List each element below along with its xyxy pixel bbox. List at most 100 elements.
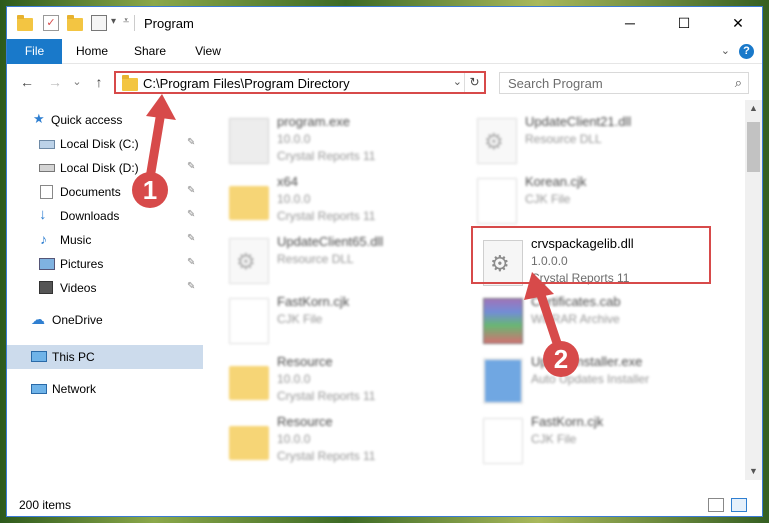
videos-icon xyxy=(39,281,53,294)
document-icon xyxy=(483,418,523,464)
file-type: Auto Updates Installer xyxy=(531,372,650,386)
search-placeholder: Search Program xyxy=(508,76,603,91)
file-item[interactable]: UpdateInstaller.exe Auto Updates Install… xyxy=(483,352,723,412)
ribbon: File Home Share View ⌄ ? xyxy=(7,39,762,64)
installer-icon xyxy=(483,358,523,404)
sidebar-item-local-disk-c[interactable]: Local Disk (C:) ✎ xyxy=(7,132,203,156)
minimize-button[interactable]: ─ xyxy=(607,7,653,39)
address-path: C:\Program Files\Program Directory xyxy=(143,76,350,91)
file-item[interactable]: program.exe 10.0.0 Crystal Reports 11 xyxy=(229,112,469,172)
file-item[interactable]: UpdateClient65.dll Resource DLL xyxy=(229,232,469,292)
pin-icon[interactable]: ✎ xyxy=(187,209,195,220)
file-name: Resource xyxy=(277,414,333,429)
sidebar-item-downloads[interactable]: ↓ Downloads ✎ xyxy=(7,204,203,228)
file-item[interactable]: Certificates.cab WinRAR Archive xyxy=(483,292,723,352)
sidebar-item-this-pc[interactable]: This PC xyxy=(7,345,203,369)
sidebar-item-documents[interactable]: Documents ✎ xyxy=(7,180,203,204)
pin-icon[interactable]: ✎ xyxy=(187,257,195,268)
close-button[interactable]: ✕ xyxy=(715,7,761,39)
file-type: CJK File xyxy=(525,192,571,206)
file-version: 10.0.0 xyxy=(277,132,311,146)
downloads-icon: ↓ xyxy=(39,206,47,223)
up-button[interactable]: ↑ xyxy=(89,72,109,92)
sidebar-item-videos[interactable]: Videos ✎ xyxy=(7,276,203,300)
file-item[interactable]: Resource 10.0.0 Crystal Reports 11 xyxy=(229,412,469,472)
folder-icon[interactable] xyxy=(17,15,33,31)
help-icon[interactable]: ? xyxy=(739,44,754,59)
navigation-bar: ← → ⌄ ↑ C:\Program Files\Program Directo… xyxy=(7,64,762,100)
recent-locations-button[interactable]: ⌄ xyxy=(67,72,87,92)
sidebar-item-label: Pictures xyxy=(60,257,104,271)
folder-icon xyxy=(229,186,269,220)
vertical-scrollbar[interactable]: ▲ ▼ xyxy=(745,100,762,480)
pc-icon xyxy=(31,351,47,362)
file-type: Crystal Reports 11 xyxy=(277,389,376,403)
folder-icon xyxy=(229,366,269,400)
file-item[interactable]: x64 10.0.0 Crystal Reports 11 xyxy=(229,172,469,232)
sidebar-item-local-disk-d[interactable]: Local Disk (D:) ✎ xyxy=(7,156,203,180)
music-icon: ♪ xyxy=(40,231,47,247)
chevron-down-icon[interactable]: ▾ xyxy=(111,16,116,27)
pin-icon[interactable]: ✎ xyxy=(187,137,195,148)
large-icons-view-icon[interactable] xyxy=(731,498,747,512)
document-icon xyxy=(477,178,517,224)
network-icon xyxy=(31,384,47,394)
scroll-up-icon[interactable]: ▲ xyxy=(745,100,762,117)
documents-icon xyxy=(40,185,53,199)
maximize-button[interactable]: ☐ xyxy=(661,7,707,39)
pin-icon[interactable]: ✎ xyxy=(187,281,195,292)
refresh-button[interactable]: ↻ xyxy=(464,73,484,92)
sidebar-item-quick-access[interactable]: ★ Quick access xyxy=(7,108,203,132)
expand-ribbon-icon[interactable]: ⌄ xyxy=(721,44,730,57)
title-separator xyxy=(134,15,135,31)
tab-home[interactable]: Home xyxy=(67,39,117,64)
file-name: x64 xyxy=(277,174,298,189)
file-item[interactable]: Korean.cjk CJK File xyxy=(477,172,717,232)
view-menu-icon[interactable] xyxy=(91,15,107,31)
scroll-down-icon[interactable]: ▼ xyxy=(745,463,762,480)
forward-button[interactable]: → xyxy=(45,72,65,92)
document-icon xyxy=(229,298,269,344)
sidebar-item-label: Documents xyxy=(60,185,121,199)
customize-toolbar-icon[interactable]: ⩡ xyxy=(123,15,129,28)
file-type: Resource DLL xyxy=(525,132,602,146)
file-item[interactable]: UpdateClient21.dll Resource DLL xyxy=(477,112,717,172)
file-item[interactable]: Resource 10.0.0 Crystal Reports 11 xyxy=(229,352,469,412)
details-view-icon[interactable] xyxy=(708,498,724,512)
drive-icon xyxy=(39,164,55,172)
file-type: CJK File xyxy=(531,432,577,446)
sidebar-item-label: Downloads xyxy=(60,209,120,223)
file-item[interactable]: FastKorn.cjk CJK File xyxy=(229,292,469,352)
tab-view[interactable]: View xyxy=(183,39,233,64)
step-1-badge: 1 xyxy=(132,172,168,208)
sidebar-item-label: OneDrive xyxy=(52,313,103,327)
back-button[interactable]: ← xyxy=(17,72,37,92)
navigation-pane: ★ Quick access Local Disk (C:) ✎ Local D… xyxy=(7,100,203,480)
sidebar-item-network[interactable]: Network xyxy=(7,377,203,401)
target-file-highlight xyxy=(471,226,711,284)
file-name: UpdateClient21.dll xyxy=(525,114,632,129)
file-type: CJK File xyxy=(277,312,323,326)
tab-file[interactable]: File xyxy=(7,39,62,64)
star-icon: ★ xyxy=(33,111,45,126)
folder-icon xyxy=(229,426,269,460)
sidebar-item-label: Quick access xyxy=(51,113,123,127)
file-name: Resource xyxy=(277,354,333,369)
chevron-down-icon[interactable]: ⌄ xyxy=(453,75,462,88)
sidebar-item-music[interactable]: ♪ Music ✎ xyxy=(7,228,203,252)
pin-icon[interactable]: ✎ xyxy=(187,233,195,244)
tab-share[interactable]: Share xyxy=(125,39,175,64)
file-item[interactable]: FastKorn.cjk CJK File xyxy=(483,412,723,472)
sidebar-item-onedrive[interactable]: ☁ OneDrive xyxy=(7,308,203,332)
sidebar-item-pictures[interactable]: Pictures ✎ xyxy=(7,252,203,276)
address-bar[interactable]: C:\Program Files\Program Directory ⌄ ↻ xyxy=(114,71,486,94)
pin-icon[interactable]: ✎ xyxy=(187,161,195,172)
properties-icon[interactable]: ✓ xyxy=(43,15,59,31)
step-2-badge: 2 xyxy=(543,341,579,377)
search-input[interactable]: Search Program ⌕ xyxy=(499,72,749,94)
scrollbar-thumb[interactable] xyxy=(747,122,760,172)
new-folder-icon[interactable] xyxy=(67,15,83,31)
sidebar-item-label: Music xyxy=(60,233,92,247)
pin-icon[interactable]: ✎ xyxy=(187,185,195,196)
archive-icon xyxy=(483,298,523,344)
